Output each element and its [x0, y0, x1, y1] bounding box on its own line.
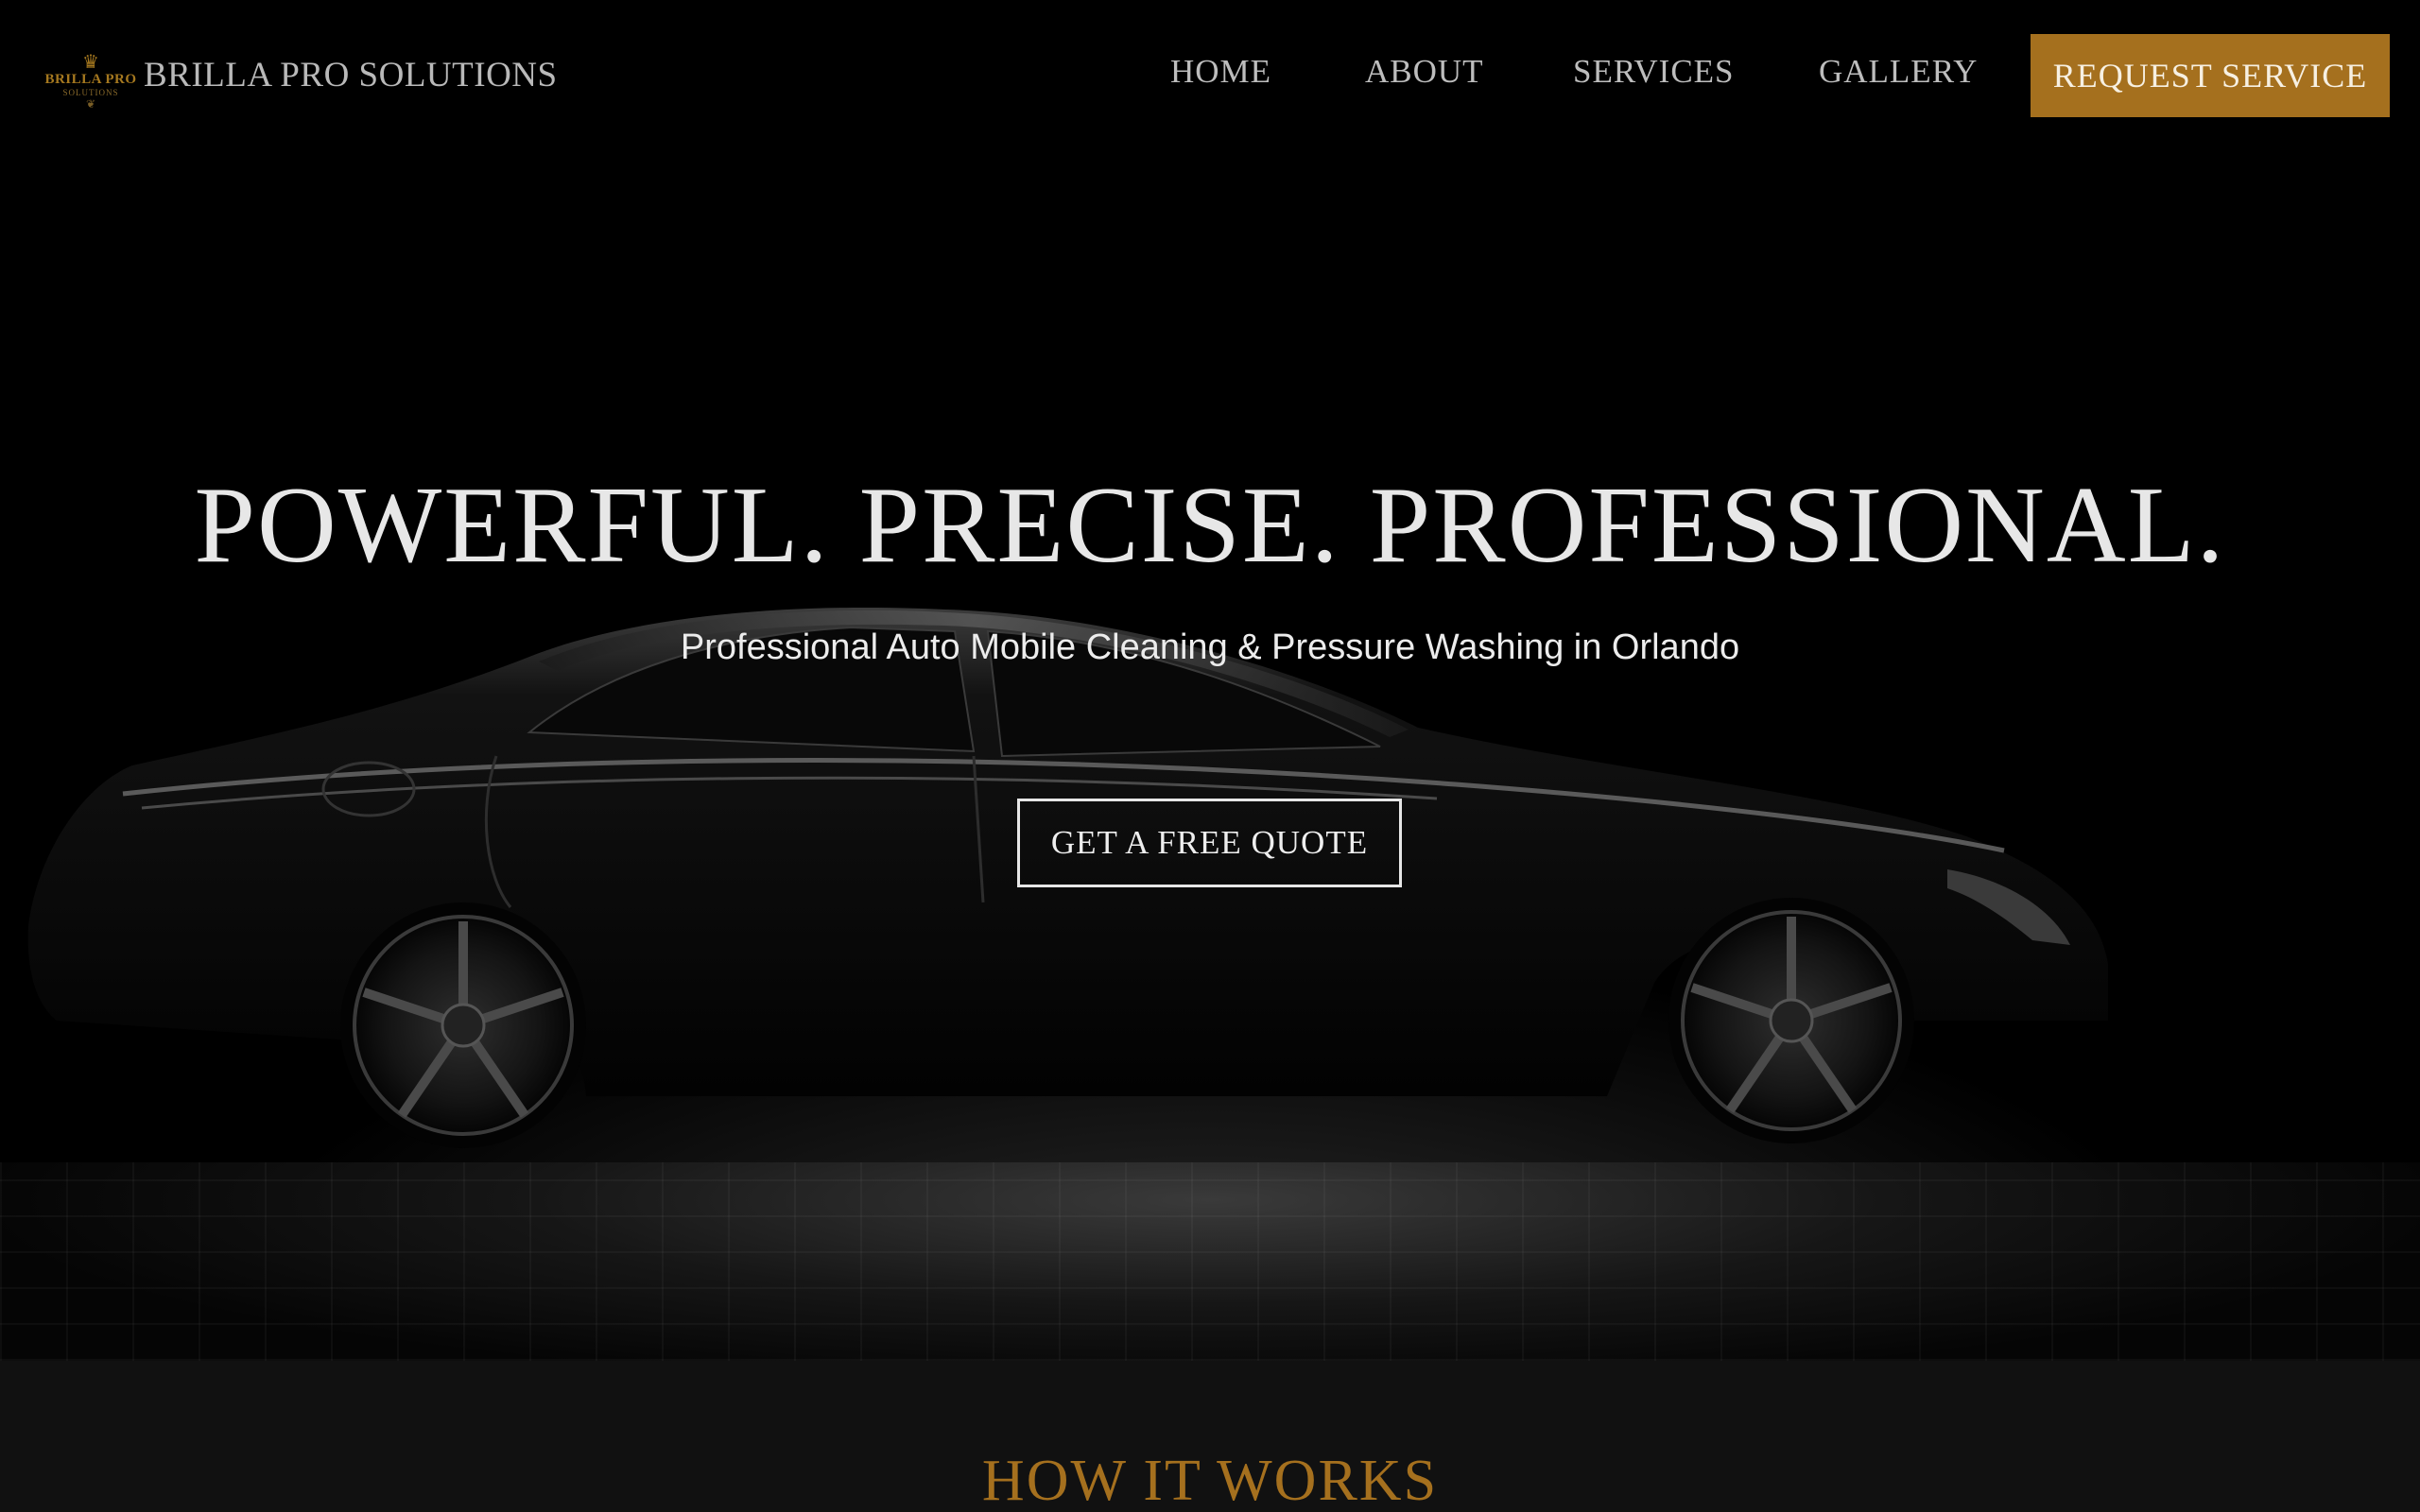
- crown-icon: ♛: [82, 52, 99, 73]
- request-service-button[interactable]: REQUEST SERVICE: [2031, 34, 2390, 117]
- how-it-works-title: HOW IT WORKS: [981, 1449, 1439, 1512]
- front-wheel: [1668, 898, 1914, 1143]
- hero-section: [0, 0, 2420, 1361]
- nav-item-about[interactable]: ABOUT: [1365, 53, 1484, 91]
- brand-name-link[interactable]: BRILLA PRO SOLUTIONS: [144, 55, 558, 95]
- logo-text: BRILLA PRO: [44, 72, 137, 87]
- nav-item-home[interactable]: HOME: [1170, 53, 1271, 91]
- flourish-icon: ❦: [85, 97, 96, 111]
- top-nav: ♛ BRILLA PRO SOLUTIONS ❦ BRILLA PRO SOLU…: [0, 0, 2420, 151]
- rear-wheel: [340, 902, 586, 1148]
- page: ♛ BRILLA PRO SOLUTIONS ❦ BRILLA PRO SOLU…: [0, 0, 2420, 1512]
- hero-headline: POWERFUL. PRECISE. PROFESSIONAL.: [194, 465, 2226, 586]
- nav-item-gallery[interactable]: GALLERY: [1819, 53, 1978, 91]
- brand-logo[interactable]: ♛ BRILLA PRO SOLUTIONS ❦: [44, 36, 137, 127]
- nav-item-services[interactable]: SERVICES: [1573, 53, 1735, 91]
- free-quote-button[interactable]: GET A FREE QUOTE: [1017, 799, 1402, 887]
- hero-subheadline: Professional Auto Mobile Cleaning & Pres…: [680, 627, 1740, 667]
